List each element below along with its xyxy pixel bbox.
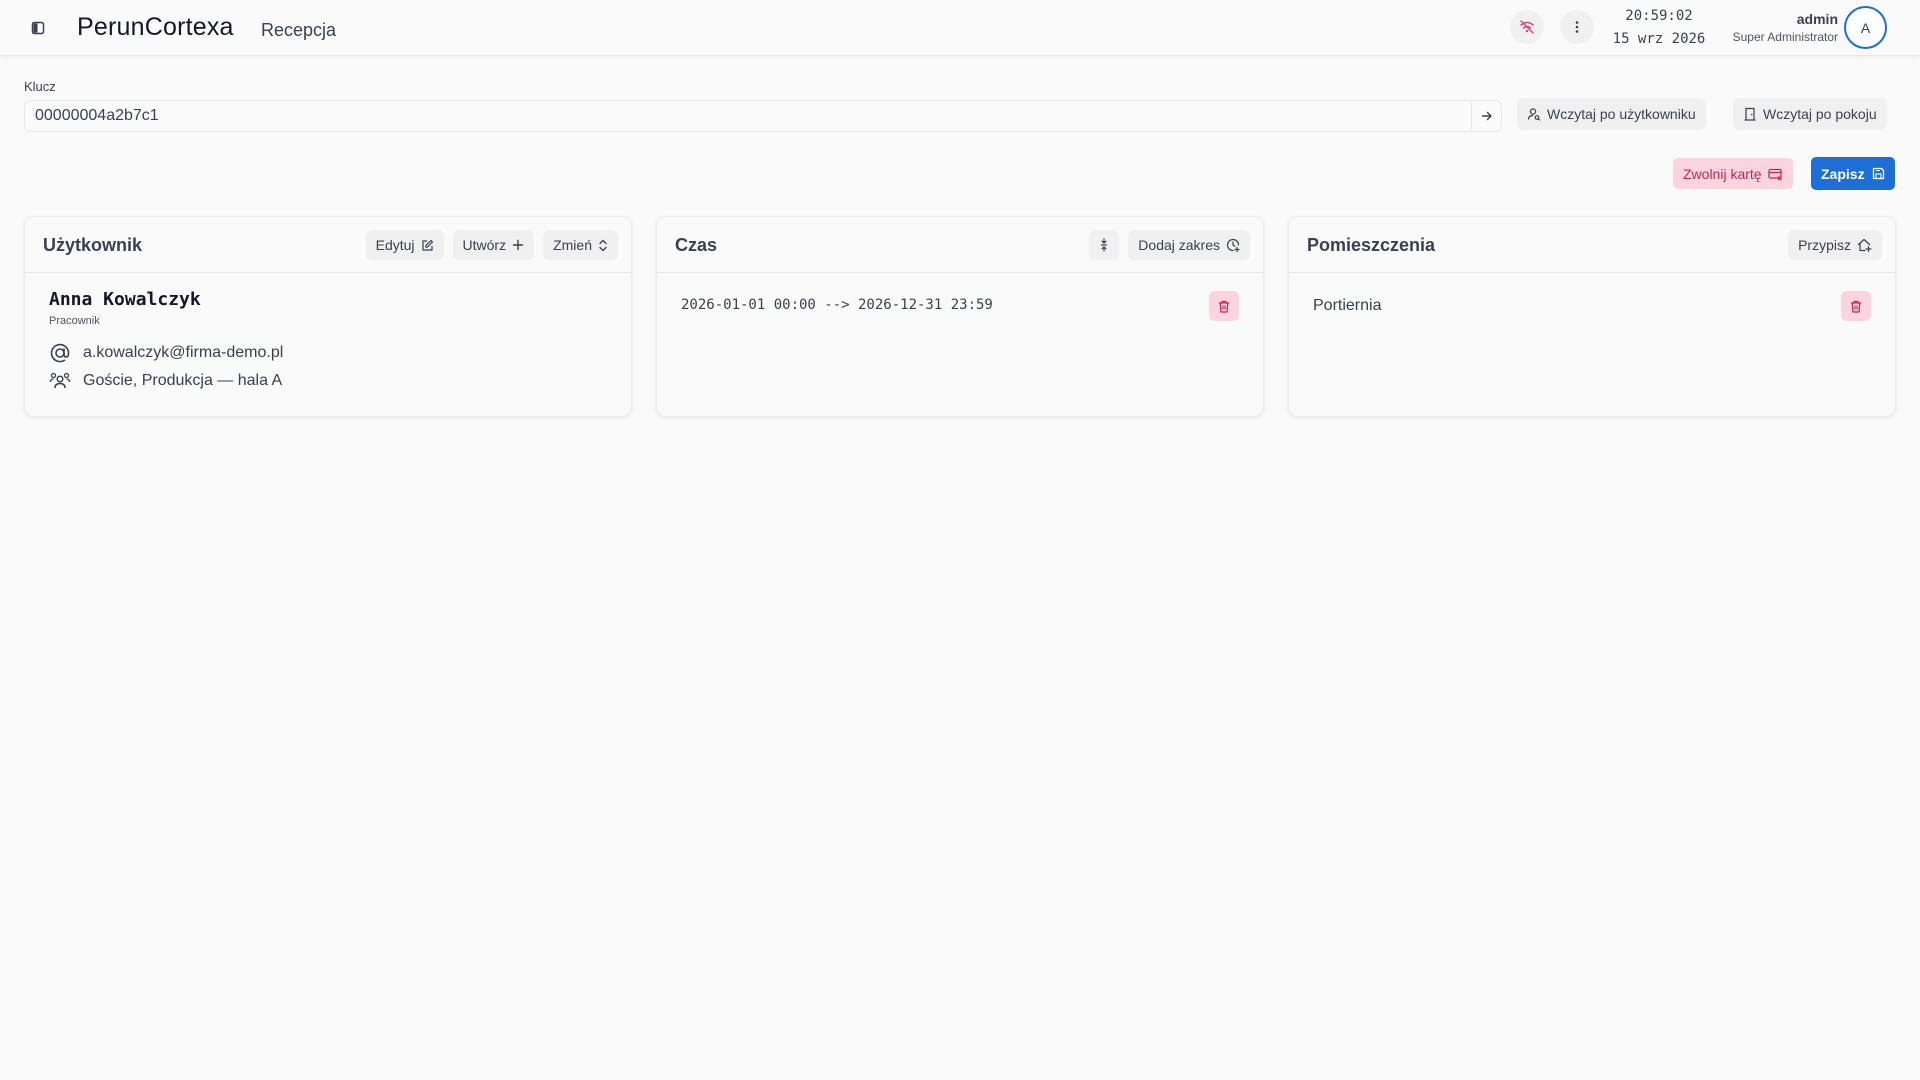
create-user-button[interactable]: Utwórz bbox=[452, 230, 535, 260]
clock-plus-icon bbox=[1226, 238, 1240, 252]
edit-user-button[interactable]: Edytuj bbox=[365, 230, 444, 260]
wifi-off-icon bbox=[1520, 20, 1534, 34]
room-item: Portiernia bbox=[1313, 297, 1382, 314]
change-user-button[interactable]: Zmień bbox=[543, 230, 618, 260]
door-icon bbox=[1744, 107, 1756, 121]
trash-icon bbox=[1851, 300, 1861, 313]
add-range-label: Dodaj zakres bbox=[1138, 237, 1220, 253]
save-label: Zapisz bbox=[1821, 165, 1865, 182]
user-name: admin bbox=[1796, 11, 1838, 27]
save-icon bbox=[1872, 167, 1884, 180]
time-card-title: Czas bbox=[675, 235, 718, 255]
user-role: Super Administrator bbox=[1732, 30, 1838, 44]
save-button[interactable]: Zapisz bbox=[1811, 157, 1895, 190]
app-title: PerunCortexa bbox=[77, 13, 234, 41]
key-submit-button[interactable] bbox=[1471, 101, 1501, 131]
trash-icon bbox=[1219, 300, 1229, 313]
add-range-button[interactable]: Dodaj zakres bbox=[1128, 230, 1250, 260]
more-vertical-icon bbox=[1575, 21, 1579, 33]
key-field bbox=[24, 100, 1502, 132]
page-subtitle: Recepcja bbox=[261, 20, 337, 40]
load-by-user-button[interactable]: Wczytaj po użytkowniku bbox=[1517, 98, 1706, 130]
load-by-room-label: Wczytaj po pokoju bbox=[1763, 106, 1877, 122]
user-groups-row: Goście, Produkcja — hala A bbox=[49, 370, 282, 392]
user-email: a.kowalczyk@firma-demo.pl bbox=[83, 344, 284, 361]
user-groups: Goście, Produkcja — hala A bbox=[83, 372, 283, 389]
release-card-button[interactable]: Zwolnij kartę bbox=[1673, 158, 1793, 189]
clock-date: 15 wrz 2026 bbox=[1612, 31, 1706, 47]
user-info: admin Super Administrator bbox=[1733, 10, 1838, 46]
collapse-button[interactable] bbox=[1089, 230, 1120, 260]
at-sign-icon bbox=[50, 343, 70, 363]
key-input[interactable] bbox=[25, 101, 1473, 131]
release-card-label: Zwolnij kartę bbox=[1683, 165, 1762, 182]
rooms-card-title: Pomieszczenia bbox=[1307, 235, 1436, 255]
edit-icon bbox=[421, 239, 433, 251]
sidebar-toggle-icon bbox=[31, 21, 45, 35]
load-by-user-label: Wczytaj po użytkowniku bbox=[1547, 106, 1696, 122]
clock: 20:59:02 15 wrz 2026 bbox=[1604, 6, 1714, 49]
time-card: Czas Dodaj zakres 2026-01-01 00:00 --> 2… bbox=[656, 216, 1264, 417]
avatar[interactable]: A bbox=[1844, 6, 1887, 49]
assign-room-button[interactable]: Przypisz bbox=[1788, 230, 1882, 260]
user-card: Użytkownik Edytuj Utwórz Zmień Anna Kowa… bbox=[24, 216, 632, 417]
key-label: Klucz bbox=[24, 79, 56, 94]
load-by-room-button[interactable]: Wczytaj po pokoju bbox=[1733, 98, 1887, 130]
more-menu-button[interactable] bbox=[1560, 10, 1594, 44]
time-range-item: 2026-01-01 00:00 --> 2026-12-31 23:59 bbox=[681, 297, 993, 313]
card-user-role: Pracownik bbox=[49, 315, 100, 327]
user-card-header: Użytkownik Edytuj Utwórz Zmień bbox=[25, 217, 631, 273]
change-user-label: Zmień bbox=[553, 237, 592, 253]
clock-time: 20:59:02 bbox=[1625, 8, 1693, 24]
plus-icon bbox=[512, 239, 524, 251]
arrow-right-icon bbox=[1481, 111, 1492, 121]
edit-user-label: Edytuj bbox=[375, 237, 415, 253]
rooms-card-header: Pomieszczenia Przypisz bbox=[1289, 217, 1895, 273]
top-bar: PerunCortexa Recepcja 20:59:02 15 wrz 20… bbox=[0, 0, 1920, 56]
user-email-row: a.kowalczyk@firma-demo.pl bbox=[49, 342, 283, 364]
rooms-card: Pomieszczenia Przypisz Portiernia bbox=[1288, 216, 1896, 417]
users-group-icon bbox=[49, 372, 71, 389]
user-card-title: Użytkownik bbox=[43, 235, 143, 255]
card-user-name: Anna Kowalczyk bbox=[49, 289, 201, 310]
delete-room-button[interactable] bbox=[1841, 291, 1871, 321]
delete-range-button[interactable] bbox=[1209, 291, 1239, 321]
create-user-label: Utwórz bbox=[462, 237, 507, 253]
assign-room-label: Przypisz bbox=[1798, 237, 1851, 253]
connection-status-button[interactable] bbox=[1510, 10, 1544, 44]
chevrons-up-down-icon bbox=[599, 239, 607, 251]
collapse-vertical-icon bbox=[1101, 238, 1108, 252]
sidebar-toggle-button[interactable] bbox=[27, 17, 49, 39]
user-search-icon bbox=[1527, 108, 1541, 121]
card-remove-icon bbox=[1767, 168, 1782, 180]
home-plus-icon bbox=[1857, 238, 1872, 252]
time-card-header: Czas Dodaj zakres bbox=[657, 217, 1263, 273]
